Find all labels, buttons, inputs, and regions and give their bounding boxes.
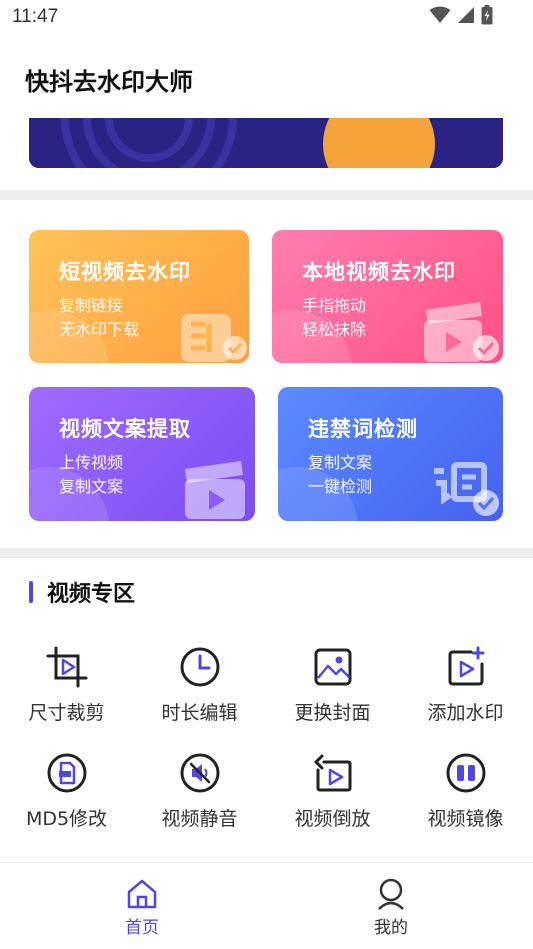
card-subtitle: 复制链接 — [59, 296, 124, 315]
status-time: 11:47 — [12, 6, 59, 27]
section-accent-bar — [29, 581, 33, 603]
card-subtitle: 复制文案 — [59, 477, 124, 496]
wifi-icon — [429, 6, 451, 28]
tab-label: 我的 — [374, 918, 408, 938]
tab-profile[interactable]: 我的 — [291, 863, 491, 949]
tool-reverse[interactable]: 视频倒放 — [266, 752, 399, 831]
card-remove-watermark[interactable]: 短视频去水印 复制链接 无水印下载 — [29, 230, 249, 363]
card-banned-words[interactable]: 违禁词检测 复制文案 一键检测 — [278, 387, 503, 521]
bottom-tab-bar: 首页 我的 — [0, 862, 533, 949]
tool-watermark[interactable]: 添加水印 — [399, 646, 532, 725]
section-divider — [0, 548, 533, 558]
tool-md5[interactable]: MD5修改 — [0, 752, 133, 831]
tab-home[interactable]: 首页 — [42, 863, 242, 949]
crop-icon — [46, 646, 87, 688]
status-icons — [429, 5, 493, 29]
card-subtitle: 上传视频 — [59, 453, 124, 472]
tool-cover[interactable]: 更换封面 — [266, 646, 399, 725]
promo-banner[interactable] — [29, 118, 503, 168]
tool-mirror[interactable]: 视频镜像 — [399, 752, 532, 831]
clapperboard-icon — [185, 461, 245, 519]
mirror-icon — [446, 753, 485, 793]
tool-mute[interactable]: 视频静音 — [133, 752, 266, 831]
card-subtitle: 轻松抹除 — [302, 320, 367, 339]
seal-stamp-icon — [181, 314, 247, 362]
tool-crop[interactable]: 尺寸裁剪 — [0, 646, 133, 725]
status-bar: 11:47 — [0, 0, 533, 36]
tab-label: 首页 — [125, 918, 159, 938]
tool-label: 时长编辑 — [161, 702, 238, 724]
md5-file-icon — [47, 753, 86, 793]
tool-label: MD5修改 — [25, 808, 108, 830]
tool-label: 视频静音 — [161, 808, 238, 830]
profile-icon — [378, 878, 404, 910]
app-title: 快抖去水印大师 — [25, 68, 193, 96]
section-title: 视频专区 — [47, 582, 136, 607]
word-check-icon — [434, 462, 499, 516]
tool-label: 视频镜像 — [427, 808, 504, 830]
card-subtitle: 复制文案 — [308, 453, 373, 472]
card-subtitle: 手指拖动 — [302, 296, 367, 315]
signal-icon — [457, 6, 475, 28]
card-extract-copy[interactable]: 视频文案提取 上传视频 复制文案 — [29, 387, 255, 521]
section-divider — [0, 190, 533, 200]
add-watermark-icon — [448, 646, 484, 686]
card-title: 视频文案提取 — [59, 417, 191, 441]
home-icon — [127, 879, 157, 909]
tool-label: 尺寸裁剪 — [28, 702, 105, 724]
clapperboard-check-icon — [424, 302, 499, 362]
section-header: 视频专区 — [29, 578, 136, 607]
card-local-watermark[interactable]: 本地视频去水印 手指拖动 轻松抹除 — [272, 230, 503, 363]
image-icon — [314, 648, 351, 686]
card-title: 违禁词检测 — [308, 417, 418, 441]
tool-label: 更换封面 — [294, 702, 371, 724]
reverse-play-icon — [314, 754, 351, 792]
card-subtitle: 一键检测 — [308, 477, 373, 496]
tool-duration[interactable]: 时长编辑 — [133, 646, 266, 725]
clock-icon — [180, 647, 219, 687]
card-subtitle: 无水印下载 — [59, 320, 140, 339]
card-title: 本地视频去水印 — [302, 260, 456, 284]
card-title: 短视频去水印 — [59, 260, 191, 284]
tool-label: 添加水印 — [427, 702, 504, 724]
tool-label: 视频倒放 — [294, 808, 371, 830]
mute-icon — [180, 753, 219, 793]
battery-icon — [481, 5, 493, 29]
